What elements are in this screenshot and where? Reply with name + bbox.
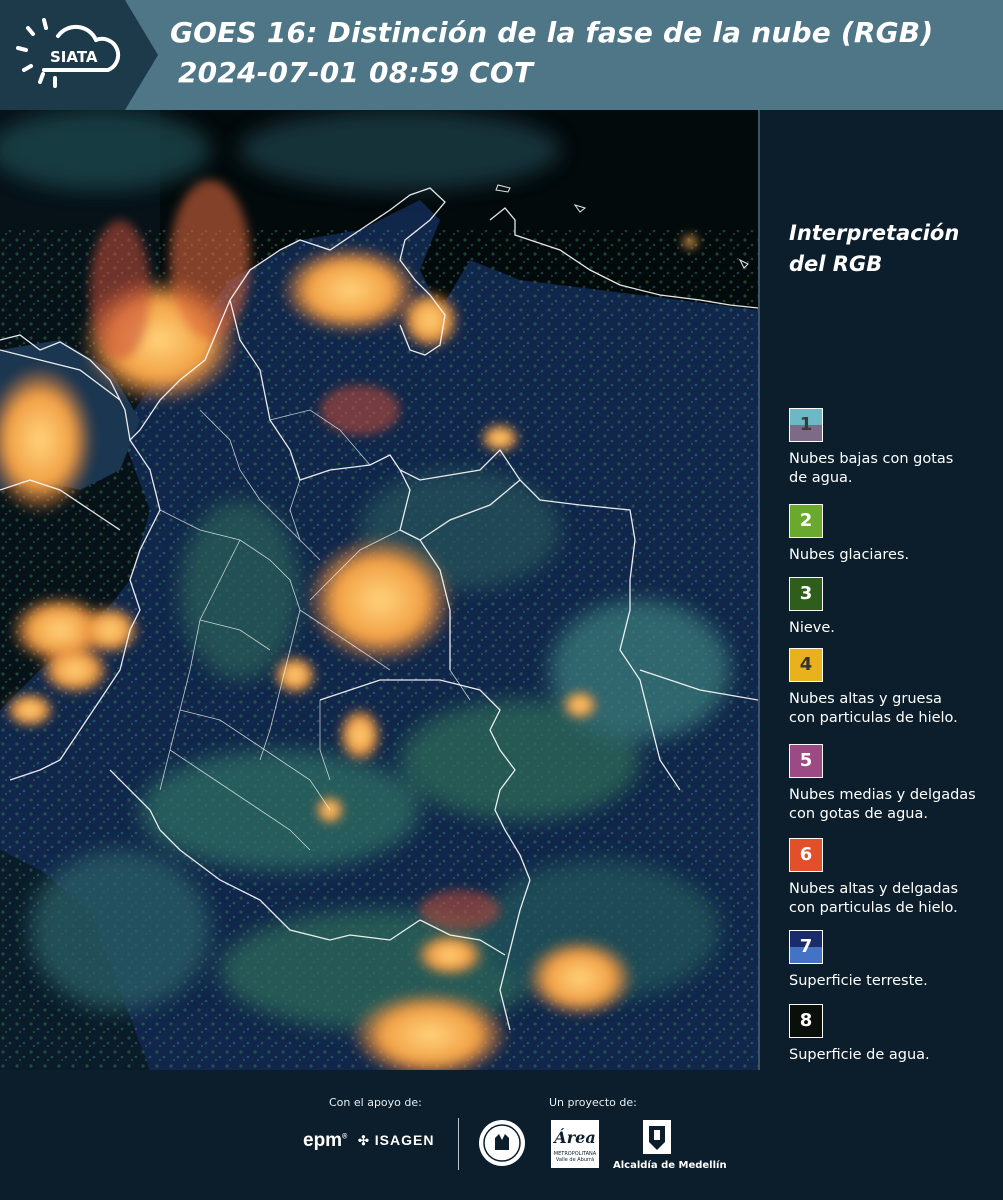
legend-label-line2: con gotas de agua. <box>789 806 928 822</box>
siata-logo: SIATA <box>0 0 158 110</box>
legend-label: Superficie de agua. <box>789 1046 1001 1065</box>
area-logo-sub2: Valle de Aburrá <box>555 1157 595 1163</box>
legend-swatch: 1 <box>789 408 823 442</box>
legend-swatch: 7 <box>789 930 823 964</box>
legend-label: Nubes altas y delgadas con particulas de … <box>789 880 1001 918</box>
legend-label: Nubes bajas con gotas de agua. <box>789 450 1001 488</box>
isagen-text: ISAGEN <box>374 1132 435 1148</box>
footer: Con el apoyo de: Un proyecto de: epm® ✣ … <box>0 1070 1003 1200</box>
legend-item-3: 3 Nieve. <box>789 577 1001 638</box>
page-timestamp: 2024-07-01 08:59 COT <box>178 56 534 89</box>
isagen-logo: ✣ ISAGEN <box>358 1132 434 1149</box>
legend-label-line1: Nieve. <box>789 620 835 636</box>
legend-number: 5 <box>799 750 813 771</box>
legend-number: 1 <box>799 414 813 435</box>
legend-panel: Interpretación del RGB 1 Nubes bajas con … <box>758 110 1003 1070</box>
logo-text: SIATA <box>50 48 98 66</box>
legend-item-5: 5 Nubes medias y delgadas con gotas de agu… <box>789 744 1001 824</box>
alcaldia-shield-icon <box>643 1120 671 1154</box>
legend-swatch: 5 <box>789 744 823 778</box>
legend-number: 8 <box>799 1010 813 1031</box>
medellin-seal-icon <box>479 1120 525 1166</box>
legend-label-line1: Nubes medias y delgadas <box>789 787 976 803</box>
area-logo-text: Área <box>554 1128 596 1147</box>
legend-swatch: 8 <box>789 1004 823 1038</box>
legend-title: Interpretación del RGB <box>789 218 989 280</box>
legend-label: Nubes glaciares. <box>789 546 1001 565</box>
satellite-map[interactable] <box>0 110 760 1070</box>
legend-swatch: 3 <box>789 577 823 611</box>
legend-item-4: 4 Nubes altas y gruesa con particulas de h… <box>789 648 1001 728</box>
legend-item-7: 7 Superficie terreste. <box>789 930 1001 991</box>
legend-label-line2: con particulas de hielo. <box>789 710 958 726</box>
legend-label-line2: de agua. <box>789 470 853 486</box>
legend-swatch: 4 <box>789 648 823 682</box>
legend-label-line1: Nubes altas y delgadas <box>789 881 959 897</box>
legend-item-1: 1 Nubes bajas con gotas de agua. <box>789 408 1001 488</box>
legend-number: 6 <box>799 844 813 865</box>
page-title: GOES 16: Distinción de la fase de la nub… <box>170 16 934 49</box>
legend-label-line1: Nubes altas y gruesa <box>789 691 942 707</box>
footer-divider <box>458 1118 459 1170</box>
legend-swatch: 6 <box>789 838 823 872</box>
legend-label: Nieve. <box>789 619 1001 638</box>
header-banner: SIATA GOES 16: Distinción de la fase de … <box>0 0 1003 110</box>
legend-title-line1: Interpretación <box>789 221 960 245</box>
legend-number: 3 <box>799 583 813 604</box>
alcaldia-label: Alcaldía de Medellín <box>613 1160 727 1171</box>
legend-number: 2 <box>799 510 813 531</box>
epm-text: epm <box>303 1130 343 1151</box>
legend-label-line1: Nubes bajas con gotas <box>789 451 954 467</box>
legend-label: Superficie terreste. <box>789 972 1001 991</box>
legend-item-2: 2 Nubes glaciares. <box>789 504 1001 565</box>
project-label: Un proyecto de: <box>549 1096 637 1109</box>
legend-number: 4 <box>799 654 813 675</box>
support-label: Con el apoyo de: <box>329 1096 422 1109</box>
legend-item-8: 8 Superficie de agua. <box>789 1004 1001 1065</box>
epm-logo: epm® <box>303 1130 348 1151</box>
legend-label-line1: Superficie de agua. <box>789 1047 930 1063</box>
isagen-icon: ✣ <box>358 1133 370 1148</box>
legend-number: 7 <box>799 936 813 957</box>
legend-swatch: 2 <box>789 504 823 538</box>
legend-label: Nubes altas y gruesa con particulas de hi… <box>789 690 1001 728</box>
legend-label-line1: Superficie terreste. <box>789 973 928 989</box>
legend-label-line1: Nubes glaciares. <box>789 547 910 563</box>
legend-label-line2: con particulas de hielo. <box>789 900 958 916</box>
area-metropolitana-logo: Área METROPOLITANA Valle de Aburrá <box>551 1120 599 1168</box>
legend-label: Nubes medias y delgadas con gotas de agua… <box>789 786 1001 824</box>
legend-item-6: 6 Nubes altas y delgadas con particulas de… <box>789 838 1001 918</box>
legend-title-line2: del RGB <box>789 252 883 276</box>
